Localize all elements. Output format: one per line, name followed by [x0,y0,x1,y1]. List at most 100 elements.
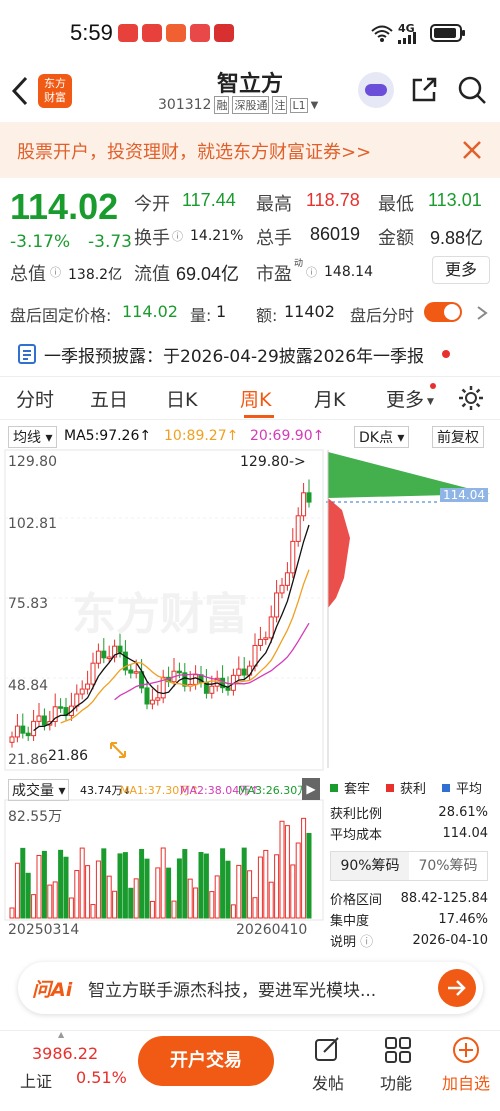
chip-tab-70[interactable]: 70%筹码 [409,852,487,880]
price-tick: 75.83 [8,596,49,612]
app-notification-icon [118,24,138,42]
tab-five-day[interactable]: 五日 [90,385,128,412]
ma20-value: 20:69.90↑ [250,428,325,444]
index-change[interactable]: 0.51% [76,1068,127,1087]
info-icon[interactable]: ⓘ [50,264,61,280]
post-icon[interactable] [314,1036,342,1064]
info-icon[interactable]: ⓘ [172,228,183,244]
change-value: -3.73 [88,232,132,252]
search-icon[interactable] [458,76,488,106]
candle-body [225,687,231,691]
volume-bar [149,900,155,919]
go-arrow-button[interactable] [438,969,476,1007]
candle-body [284,572,290,586]
candle-body [176,670,182,674]
open-account-trade-button[interactable]: 开户交易 [138,1036,274,1086]
promo-text[interactable]: 股票开户，投资理财，就选东方财富证券>> [17,138,371,164]
volume-bar [193,887,199,919]
volume-bar [144,858,150,919]
turnover-value: 14.21% [190,228,244,244]
volume-bar [257,856,263,919]
dropdown-icon[interactable]: ▼ [311,100,319,111]
index-name[interactable]: 上证 [20,1068,52,1092]
price-tick: 21.86 [8,752,49,768]
profit-ratio: 28.61% [438,805,488,820]
profit-ratio-label: 获利比例 [330,807,383,822]
adjust-select[interactable]: 前复权 [432,426,484,448]
volume-bar [306,832,312,919]
tab-daily[interactable]: 日K [166,385,197,412]
legend-swatch [330,783,338,792]
wifi-icon [371,25,393,42]
close-icon[interactable] [462,140,482,160]
low-value: 113.01 [428,190,482,210]
index-value[interactable]: 3986.22 [32,1044,98,1063]
candle-body [306,492,312,503]
range-value: 88.42-125.84 [400,891,488,906]
chevron-right-icon[interactable] [476,306,488,320]
volume-bar [117,853,123,919]
candle-body [117,645,123,653]
collapse-panel-button[interactable]: ▶ [302,778,320,800]
volume-bar [214,875,220,919]
ai-headline[interactable]: 智立方联手源杰科技，要进军光模块... [88,976,376,1001]
add-watchlist-button[interactable]: 加自选 [436,1070,496,1094]
tab-more[interactable]: 更多 [386,385,424,412]
volume-bar [225,860,231,919]
volume-bar [252,897,258,919]
tab-intraday[interactable]: 分时 [16,385,54,412]
function-button[interactable]: 功能 [366,1070,426,1094]
expand-arrows-icon[interactable] [108,740,128,760]
volume-bar [68,897,74,919]
grid-function-icon[interactable] [384,1036,412,1064]
candle-body [90,662,96,685]
stock-code: 301312 [158,97,212,113]
settings-gear-icon[interactable] [458,385,484,411]
candle-body [31,720,37,737]
earnings-notice[interactable]: 一季报预披露：于2026-04-29披露2026年一季报 [0,336,500,372]
dk-select[interactable]: DK点 ▾ [354,426,410,448]
avg-cost: 114.04 [442,826,489,841]
volume-bar [203,853,209,919]
robot-avatar-icon[interactable] [358,72,394,108]
unread-dot [442,350,450,358]
volume-bar [241,847,247,919]
tab-weekly[interactable]: 周K [240,385,271,412]
app-notification-icon [190,24,210,42]
add-circle-icon[interactable] [452,1036,480,1064]
help-icon[interactable]: ⓘ [360,935,373,950]
kline-chart-area[interactable]: 东方财富 129.80 102.81 75.83 48.84 21.86 129… [0,448,500,950]
volume-bar [112,890,118,919]
candle-body [241,668,247,676]
candle-body [257,638,263,646]
chip-tab-90[interactable]: 90%筹码 [331,852,409,880]
volume-bar [247,870,253,919]
promo-banner[interactable]: 股票开户，投资理财，就选东方财富证券>> [0,122,500,178]
change-pct: -3.17% [10,232,71,252]
indicator-select[interactable]: 均线 ▾ [8,426,58,448]
volume-bar [47,884,53,919]
ma10-value: 10:89.27↑ [164,428,239,444]
share-icon[interactable] [410,76,438,104]
volume-bar [198,851,204,919]
ma5-value: MA5:97.26↑ [64,428,152,444]
date-start: 20250314 [8,922,80,938]
notice-text[interactable]: 一季报预披露：于2026-04-29披露2026年一季报 [44,342,424,367]
caret-down-icon[interactable]: ▼ [427,397,434,407]
post-button[interactable]: 发帖 [298,1070,358,1094]
caret-up-icon: ▲ [58,1030,65,1039]
info-icon[interactable]: ⓘ [306,264,317,280]
ai-news-bar[interactable]: 问Ai 智立方联手源杰科技，要进军光模块... [18,962,483,1014]
more-button[interactable]: 更多 [432,256,490,284]
volume-bar [171,900,177,919]
after-toggle-label: 盘后分时 [350,306,415,325]
after-hours-toggle[interactable] [424,302,462,322]
volume-bar [133,878,139,919]
chip-panel: 套牢 获利 平均 获利比例 28.61% 平均成本 114.04 90%筹码 70%… [330,778,500,950]
avg-cost-label: 平均成本 [330,828,383,843]
candle-body [295,515,301,542]
note-label: 说明 [330,935,357,950]
tab-monthly[interactable]: 月K [314,385,345,412]
volume-select[interactable]: 成交量 ▾ [8,779,70,801]
volume-bar [160,847,166,919]
